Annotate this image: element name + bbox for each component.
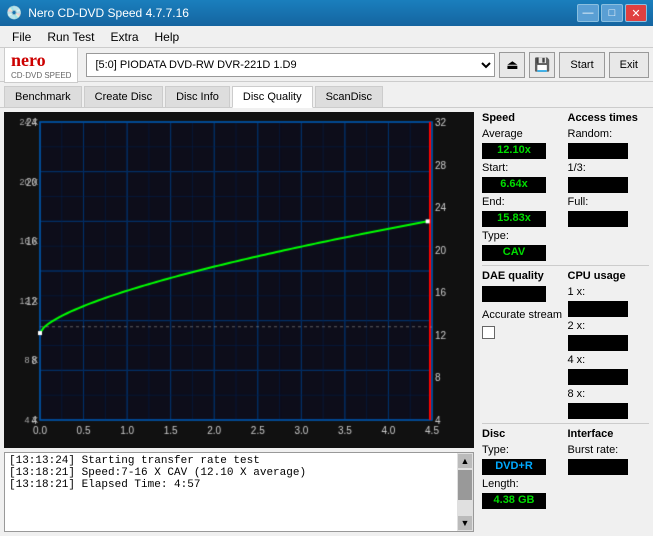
title-bar-left: 💿 Nero CD-DVD Speed 4.7.7.16 [6,5,189,21]
chart-wrapper [4,112,474,448]
dae-value [482,286,546,302]
menu-help[interactable]: Help [147,28,188,46]
nero-sub: CD·DVD SPEED [11,71,71,80]
disc-group: Disc Type: DVD+R Length: 4.38 GB [482,428,564,509]
chart-area [4,112,474,448]
cpu-4x-value [568,369,628,385]
cpu-1x-value [568,301,628,317]
cpu-1x-label: 1 x: [568,286,650,298]
divider-1 [482,265,649,266]
cpu-2x-label: 2 x: [568,320,650,332]
speed-access-section: Speed Average 12.10x Start: 6.64x End: 1… [478,112,653,261]
tab-disc-quality[interactable]: Disc Quality [232,86,313,108]
burst-rate-value [568,459,628,475]
accurate-stream-checkbox[interactable] [482,326,495,339]
full-value [568,211,628,227]
speed-group: Speed Average 12.10x Start: 6.64x End: 1… [482,112,564,261]
average-label: Average [482,128,564,140]
one-third-label: 1/3: [568,162,650,174]
divider-2 [482,423,649,424]
cpu-4x-label: 4 x: [568,354,650,366]
app-title: Nero CD-DVD Speed 4.7.7.16 [28,6,189,20]
dae-title: DAE quality [482,270,564,282]
interface-title: Interface [568,428,650,440]
exit-button[interactable]: Exit [609,52,649,78]
cpu-dae-section: DAE quality Accurate stream CPU usage 1 … [478,270,653,419]
full-label: Full: [568,196,650,208]
tab-disc-info[interactable]: Disc Info [165,86,230,107]
accurate-stream-label: Accurate stream [482,309,564,321]
minimize-button[interactable]: — [577,4,599,22]
random-label: Random: [568,128,650,140]
speed-title: Speed [482,112,564,124]
burst-rate-label: Burst rate: [568,444,650,456]
end-label: End: [482,196,564,208]
disc-interface-section: Disc Type: DVD+R Length: 4.38 GB Interfa… [478,428,653,509]
main-content: [13:13:24] Starting transfer rate test [… [0,108,653,536]
save-button[interactable]: 💾 [529,52,555,78]
menu-extra[interactable]: Extra [102,28,146,46]
random-value [568,143,628,159]
type-label: Type: [482,230,564,242]
cpu-title: CPU usage [568,270,650,282]
log-content: [13:13:24] Starting transfer rate test [… [5,453,457,531]
cpu-2x-value [568,335,628,351]
disc-type-value: DVD+R [482,459,546,475]
log-scroll-thumb[interactable] [458,470,472,500]
tab-create-disc[interactable]: Create Disc [84,86,163,107]
average-value: 12.10x [482,143,546,159]
disc-type-label: Type: [482,444,564,456]
close-button[interactable]: ✕ [625,4,647,22]
speed-chart [4,112,474,448]
interface-group: Interface Burst rate: [568,428,650,509]
tab-bar: Benchmark Create Disc Disc Info Disc Qua… [0,82,653,108]
tab-benchmark[interactable]: Benchmark [4,86,82,107]
maximize-button[interactable]: □ [601,4,623,22]
title-bar: 💿 Nero CD-DVD Speed 4.7.7.16 — □ ✕ [0,0,653,26]
toolbar: nero CD·DVD SPEED [5:0] PIODATA DVD-RW D… [0,48,653,82]
log-entry-0: [13:13:24] Starting transfer rate test [9,455,453,467]
end-value: 15.83x [482,211,546,227]
log-entry-1: [13:18:21] Speed:7-16 X CAV (12.10 X ave… [9,467,453,479]
disc-title: Disc [482,428,564,440]
tab-scan-disc[interactable]: ScanDisc [315,86,383,107]
title-bar-controls: — □ ✕ [577,4,647,22]
access-times-group: Access times Random: 1/3: Full: [568,112,650,261]
log-area: [13:13:24] Starting transfer rate test [… [4,452,474,532]
device-select[interactable]: [5:0] PIODATA DVD-RW DVR-221D 1.D9 [86,53,495,77]
menu-file[interactable]: File [4,28,39,46]
cpu-8x-value [568,403,628,419]
disc-length-value: 4.38 GB [482,493,546,509]
type-value: CAV [482,245,546,261]
nero-logo: nero [11,50,71,71]
cpu-group: CPU usage 1 x: 2 x: 4 x: 8 x: [568,270,650,419]
start-value: 6.64x [482,177,546,193]
start-button[interactable]: Start [559,52,604,78]
logo: nero CD·DVD SPEED [4,47,78,83]
log-entry-2: [13:18:21] Elapsed Time: 4:57 [9,479,453,491]
cpu-8x-label: 8 x: [568,388,650,400]
access-times-title: Access times [568,112,650,124]
start-label: Start: [482,162,564,174]
eject-button[interactable]: ⏏ [499,52,525,78]
dae-group: DAE quality Accurate stream [482,270,564,419]
disc-length-label: Length: [482,478,564,490]
menu-run-test[interactable]: Run Test [39,28,102,46]
log-scrollbar[interactable]: ▲ ▼ [457,453,473,531]
right-panel: Speed Average 12.10x Start: 6.64x End: 1… [478,108,653,536]
menu-bar: File Run Test Extra Help [0,26,653,48]
one-third-value [568,177,628,193]
